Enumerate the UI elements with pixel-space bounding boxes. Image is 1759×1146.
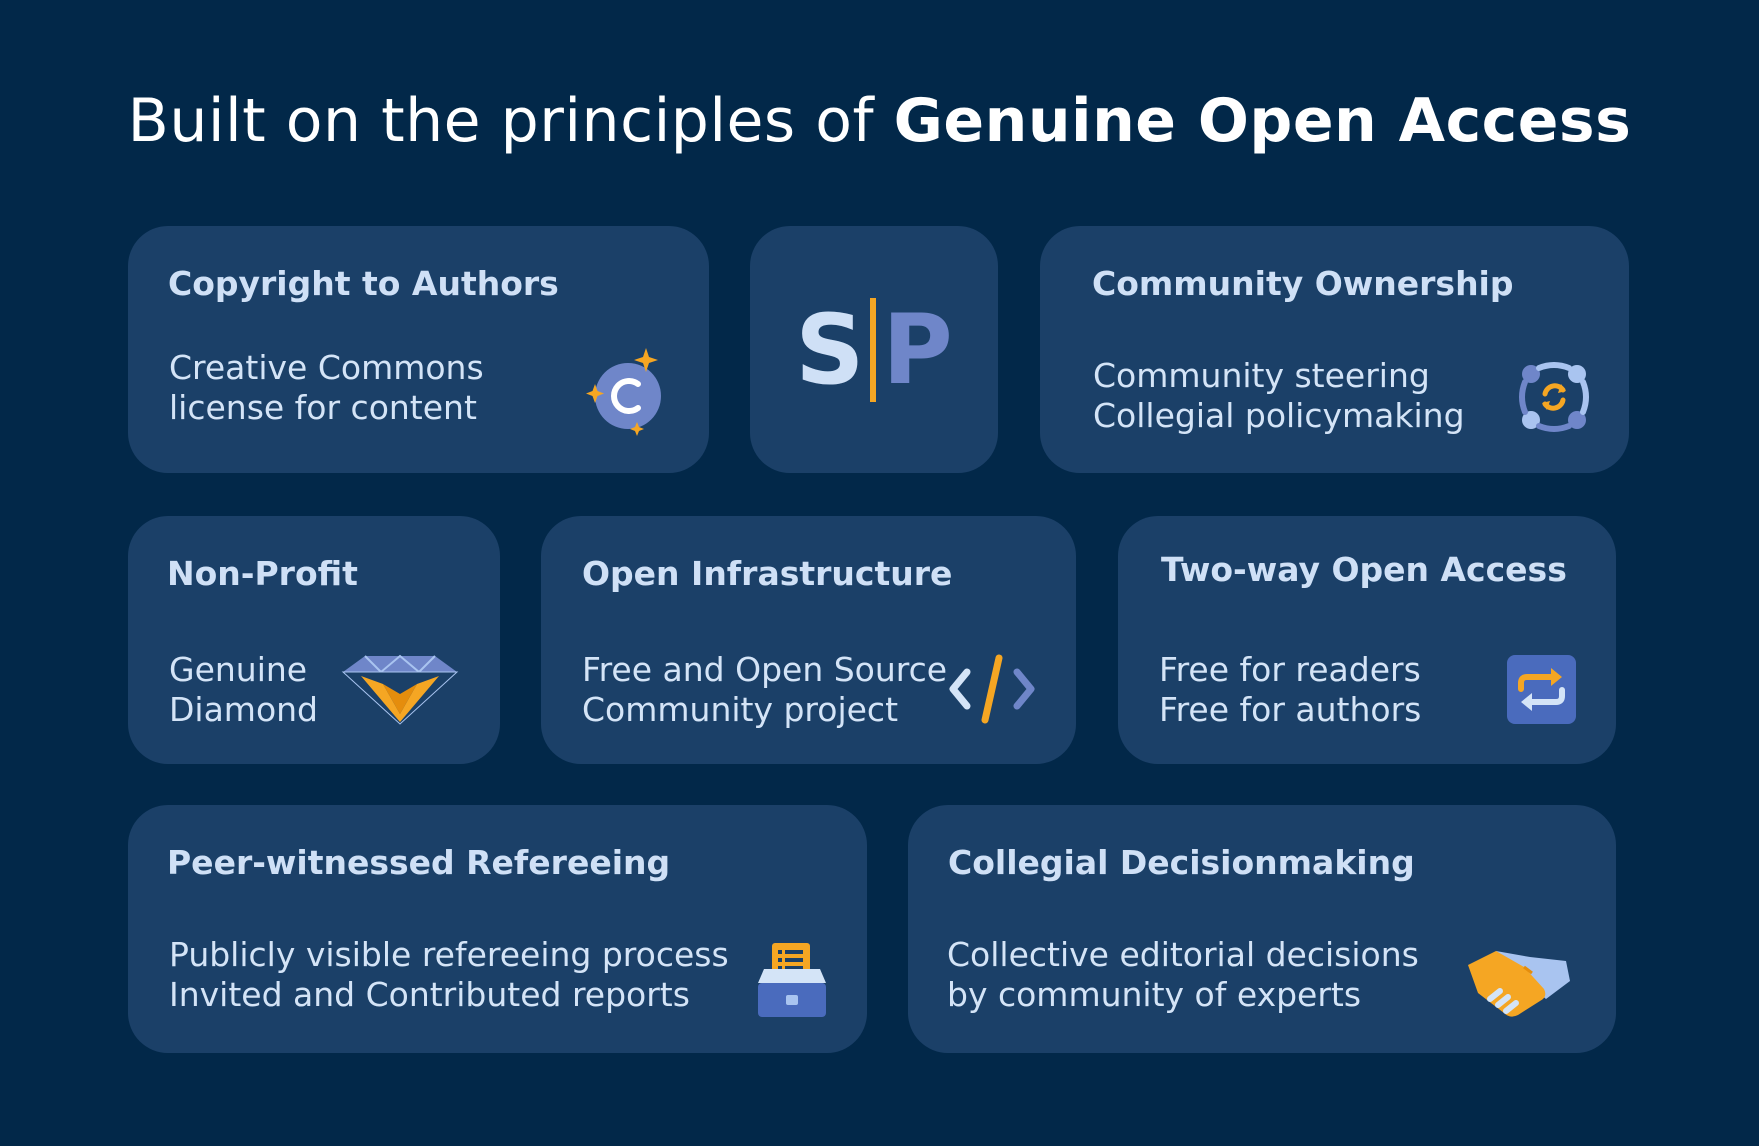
card-collegial-decisionmaking: Collegial Decisionmaking Collective edit… [908,805,1616,1053]
card-open-infrastructure: Open Infrastructure Free and Open Source… [541,516,1076,764]
title-normal: Built on the principles of [127,86,894,156]
page-title: Built on the principles of Genuine Open … [0,82,1759,160]
card-desc-line1: Genuine [169,650,308,689]
card-copyright: Copyright to Authors Creative Commons li… [128,226,709,473]
logo-letter-s: S [795,293,865,406]
sp-logo: S P [750,226,998,473]
creative-commons-icon [586,348,661,436]
card-desc-line1: Community steering [1093,356,1430,395]
card-two-way-open-access: Two-way Open Access Free for readers Fre… [1118,516,1616,764]
card-peer-witnessed-refereeing: Peer-witnessed Refereeing Publicly visib… [128,805,867,1053]
diamond-icon [341,654,459,725]
card-desc-line2: Diamond [169,690,318,729]
community-cycle-icon [1519,362,1589,432]
handshake-icon [1468,951,1570,1017]
card-heading: Non-Profit [167,554,358,593]
logo-card: S P [750,226,998,473]
title-bold: Genuine Open Access [893,86,1632,156]
card-heading: Collegial Decisionmaking [948,843,1415,882]
card-heading: Copyright to Authors [168,264,559,303]
card-desc-line1: Collective editorial decisions [947,935,1419,974]
exchange-arrows-icon [1507,655,1576,724]
card-desc-line2: Community project [582,690,899,729]
logo-letter-p: P [882,293,953,406]
card-desc-line2: Free for authors [1159,690,1422,729]
card-desc-line1: Free for readers [1159,650,1421,689]
card-heading: Two-way Open Access [1161,550,1567,589]
card-desc-line1: Free and Open Source [582,650,948,689]
card-heading: Peer-witnessed Refereeing [167,843,671,882]
card-heading: Open Infrastructure [582,554,953,593]
card-desc-line1: Creative Commons [169,348,484,387]
card-non-profit: Non-Profit Genuine Diamond [128,516,500,764]
ballot-box-icon [758,943,826,1017]
code-icon [949,654,1035,724]
card-desc-line2: by community of experts [947,975,1362,1014]
logo-divider [870,297,877,402]
card-desc-line2: license for content [169,388,477,427]
card-community-ownership: Community Ownership Community steering C… [1040,226,1629,473]
card-desc-line2: Invited and Contributed reports [169,975,690,1014]
card-desc-line2: Collegial policymaking [1093,396,1465,435]
card-heading: Community Ownership [1092,264,1514,303]
card-desc-line1: Publicly visible refereeing process [169,935,729,974]
